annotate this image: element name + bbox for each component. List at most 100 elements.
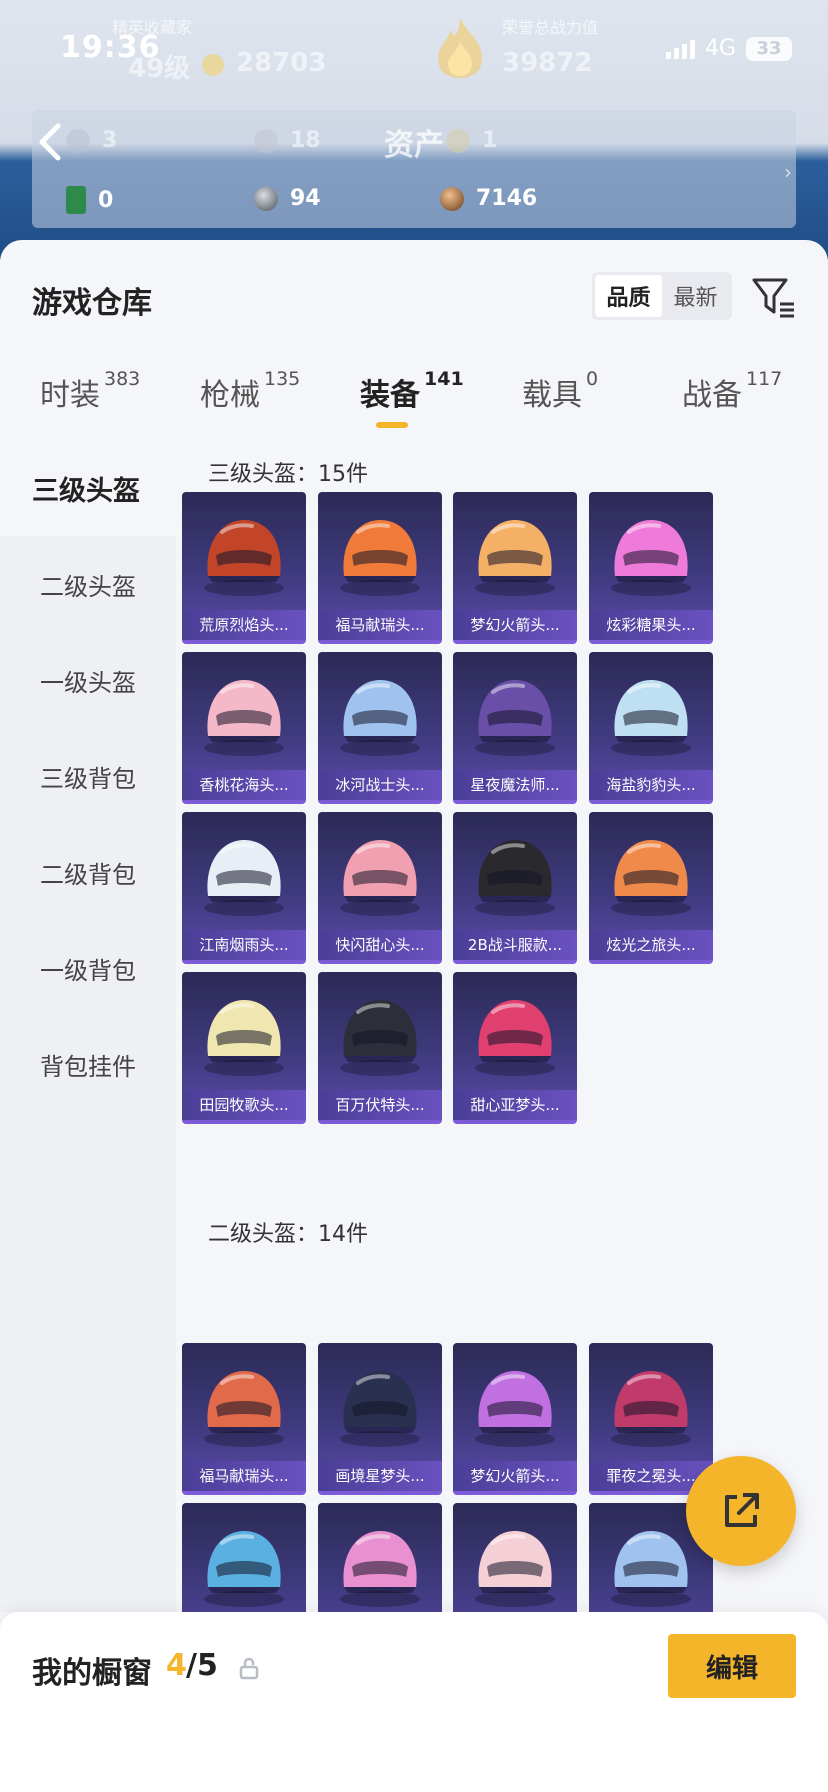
chevron-right-icon[interactable]: › [784,160,792,184]
helmet-name: 荒原烈焰头... [182,610,306,640]
helmet-icon [475,1531,555,1607]
asset-value: 1 [482,128,498,153]
sidebar-item-level2-backpack[interactable]: 二级背包 [0,824,176,920]
helmet-icon [204,520,284,596]
asset-row1-item2: 18 [254,128,321,153]
helmet-card[interactable]: 异瞳寒姬头... [182,1503,306,1612]
helmet-name: 冰河战士头... [318,770,442,800]
helmet-card[interactable]: 福马献瑞头... [318,492,442,644]
helmet-card[interactable]: 画境星梦头... [318,1343,442,1495]
helmet-card[interactable]: 炫彩糖果头... [589,492,713,644]
helmet-name: 梦幻火箭头... [453,1461,577,1491]
category-tabs: 时装 383 枪械 135 装备 141 载具 0 战备 117 [0,368,828,440]
power-value: 39872 [502,48,593,78]
back-icon[interactable] [32,118,68,166]
sidebar-item-level3-helmet[interactable]: 三级头盔 [0,440,176,536]
helmet-card[interactable]: 香桃花海头... [182,652,306,804]
helmet-icon [611,1371,691,1447]
helmet-name: 快闪甜心头... [318,930,442,960]
sidebar-item-level1-helmet[interactable]: 一级头盔 [0,632,176,728]
section-title: 二级头盔：14件 [208,1222,368,1247]
helmet-name: 福马献瑞头... [318,610,442,640]
share-button[interactable] [686,1456,796,1566]
filter-icon[interactable] [750,274,796,320]
tab-label: 战备 [682,378,742,413]
helmet-card[interactable]: 江南烟雨头... [182,812,306,964]
tab-label: 载具 [522,378,582,413]
asset-row2-item3: 7146 [440,186,537,211]
showcase-bar: 我的橱窗 4 /5 编辑 [0,1612,828,1792]
helmet-icon [340,1371,420,1447]
helmet-card[interactable]: 梦幻火箭头... [453,492,577,644]
sort-newest[interactable]: 最新 [662,275,729,317]
tab-vehicles[interactable]: 载具 0 [522,368,598,414]
network-type: 4G [704,36,736,61]
share-icon [725,1493,759,1527]
asset-value: 7146 [476,186,538,211]
helmet-card[interactable]: 炫彩糖果头... [318,1503,442,1612]
helmet-card[interactable]: 香桃花海头... [453,1503,577,1612]
sidebar-item-backpack-charm[interactable]: 背包挂件 [0,1016,176,1112]
tab-count: 141 [424,368,464,390]
helmet-icon [475,840,555,916]
helmet-icon [340,840,420,916]
section-title: 三级头盔：15件 [208,462,368,487]
sort-quality[interactable]: 品质 [595,275,662,317]
coin-icon [202,54,224,76]
tab-label: 枪械 [200,378,260,413]
helmet-card[interactable]: 海盐豹豹头... [589,652,713,804]
sidebar-item-level3-backpack[interactable]: 三级背包 [0,728,176,824]
asset-value: 18 [290,128,321,153]
tab-count: 383 [104,368,141,390]
helmet-icon [611,840,691,916]
helmet-icon [340,520,420,596]
helmet-card[interactable]: 星夜魔法师... [453,652,577,804]
helmet-icon [204,680,284,756]
asset-row2-item2: 94 [254,186,321,211]
helmet-icon [475,680,555,756]
asset-value: 3 [102,128,118,153]
tab-equipment[interactable]: 装备 141 [360,368,464,414]
helmet-name: 炫彩糖果头... [589,610,713,640]
warehouse-title: 游戏仓库 [32,286,152,321]
helmet-card[interactable]: 田园牧歌头... [182,972,306,1124]
helmet-card[interactable]: 甜心亚梦头... [453,972,577,1124]
power-label: 荣誉总战力值 [502,18,599,37]
showcase-total: /5 [186,1648,218,1683]
tab-count: 117 [746,368,783,390]
helmet-icon [611,520,691,596]
tab-supplies[interactable]: 战备 117 [682,368,783,414]
showcase-label: 我的橱窗 [32,1656,152,1691]
helmet-card[interactable]: 梦幻火箭头... [453,1343,577,1495]
helmet-icon [611,680,691,756]
helmet-icon [340,680,420,756]
sidebar-item-level2-helmet[interactable]: 二级头盔 [0,536,176,632]
helmet-card[interactable]: 2B战斗服款... [453,812,577,964]
tab-fashion[interactable]: 时装 383 [40,368,141,414]
helmet-icon [475,520,555,596]
helmet-name: 香桃花海头... [182,770,306,800]
helmet-card[interactable]: 百万伏特头... [318,972,442,1124]
helmet-icon [204,1000,284,1076]
helmet-name: 田园牧歌头... [182,1090,306,1120]
card-icon [66,186,86,214]
helmet-name: 炫光之旅头... [589,930,713,960]
status-time: 19:36 [60,30,161,65]
sidebar-item-level1-backpack[interactable]: 一级背包 [0,920,176,1016]
tab-weapons[interactable]: 枪械 135 [200,368,300,414]
edit-button[interactable]: 编辑 [668,1634,796,1698]
helmet-card[interactable]: 快闪甜心头... [318,812,442,964]
helmet-icon [475,1000,555,1076]
tab-label: 时装 [40,378,100,413]
helmet-card[interactable]: 福马献瑞头... [182,1343,306,1495]
silver-coin-icon [254,186,278,211]
helmet-name: 江南烟雨头... [182,930,306,960]
helmet-card[interactable]: 冰河战士头... [318,652,442,804]
lock-icon [239,1657,259,1680]
helmet-card[interactable]: 炫光之旅头... [589,812,713,964]
helmet-card[interactable]: 荒原烈焰头... [182,492,306,644]
helmet-card[interactable]: 罪夜之冕头... [589,1343,713,1495]
active-tab-indicator [376,422,408,428]
assets-title: 资产 [384,128,444,163]
sort-toggle[interactable]: 品质 最新 [592,272,732,320]
